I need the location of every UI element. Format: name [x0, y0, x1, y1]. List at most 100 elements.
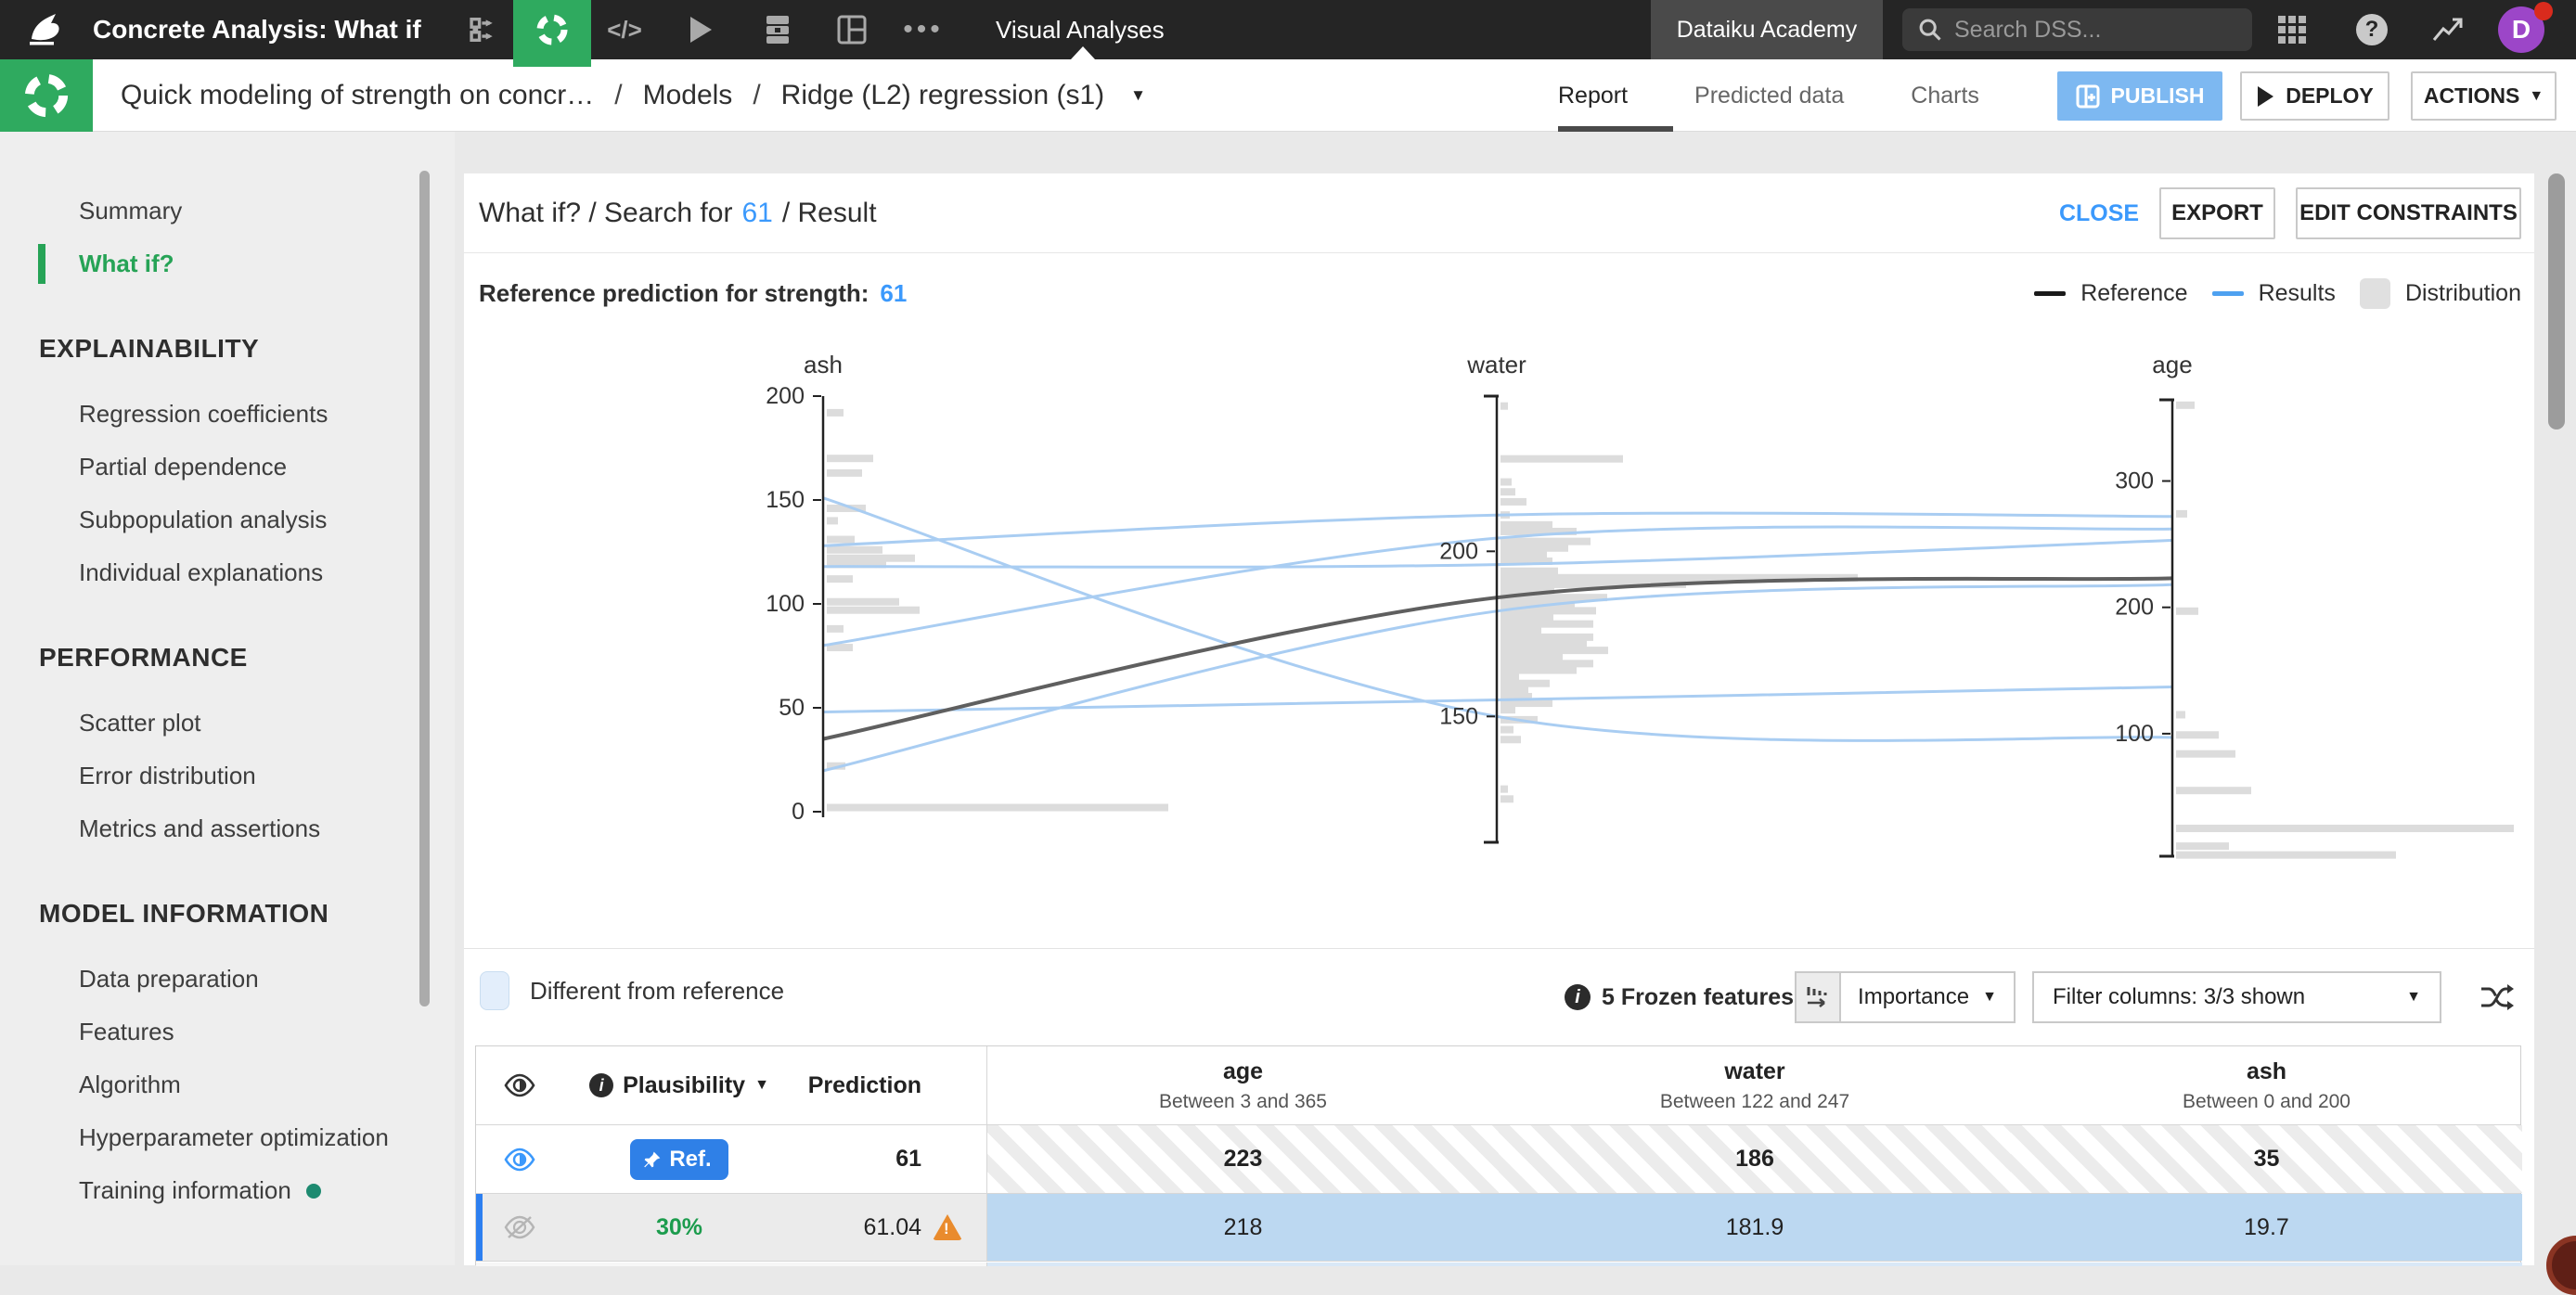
shuffle-icon[interactable]	[2476, 981, 2518, 1014]
cell-water[interactable]: 181.9	[1499, 1194, 2011, 1261]
cell-ash[interactable]: 19.7	[2011, 1194, 2522, 1261]
sidebar-item-algorithm[interactable]: Algorithm	[0, 1058, 455, 1111]
plausibility-column-header[interactable]: i Plausibility ▼	[589, 1072, 769, 1099]
dataiku-bird-logo[interactable]	[24, 11, 65, 48]
tab-report[interactable]: Report	[1558, 59, 1628, 132]
more-icon[interactable]: •••	[899, 0, 947, 59]
breadcrumb: Quick modeling of strength on concr… / M…	[121, 80, 1146, 111]
breadcrumb-models[interactable]: Models	[643, 80, 733, 111]
pin-icon	[644, 1151, 661, 1167]
whatif-panel: What if? / Search for 61 / Result CLOSE …	[464, 173, 2534, 1266]
page-scrollbar[interactable]	[2548, 173, 2565, 430]
dataiku-academy-button[interactable]: Dataiku Academy	[1651, 0, 1883, 59]
selected-row-stripe	[476, 1194, 483, 1261]
edit-constraints-button[interactable]: EDIT CONSTRAINTS	[2296, 187, 2521, 239]
visual-analysis-logo[interactable]	[0, 59, 93, 132]
legend-distribution: Distribution	[2359, 278, 2521, 309]
sidebar-scrollbar[interactable]	[419, 171, 430, 1007]
search-input[interactable]: Search DSS...	[1902, 8, 2252, 51]
sidebar-item-subpopulation-analysis[interactable]: Subpopulation analysis	[0, 494, 455, 546]
axis-age[interactable]: 100 200 300 age	[2115, 351, 2193, 858]
reference-badge[interactable]: Ref.	[630, 1138, 728, 1180]
tick-ash-0: 0	[792, 799, 805, 825]
jobs-icon[interactable]	[753, 0, 802, 59]
whatif-panel-header: What if? / Search for 61 / Result CLOSE …	[464, 173, 2534, 253]
sort-bars-icon	[1797, 973, 1841, 1021]
code-notebook-icon[interactable]: </>	[600, 0, 649, 59]
deploy-button[interactable]: DEPLOY	[2240, 71, 2389, 121]
sidebar-item-individual-explanations[interactable]: Individual explanations	[0, 546, 455, 599]
tab-predicted-data[interactable]: Predicted data	[1694, 59, 1844, 132]
warning-icon[interactable]	[933, 1214, 962, 1240]
reference-prediction-label: Reference prediction for strength: 61	[479, 279, 908, 307]
actions-button[interactable]: ACTIONS ▼	[2411, 71, 2557, 121]
filter-columns-dropdown[interactable]: Filter columns: 3/3 shown ▼	[2032, 971, 2441, 1023]
model-dropdown-caret[interactable]: ▼	[1130, 86, 1146, 105]
analysis-title: Concrete Analysis: What if	[93, 15, 421, 44]
eye-hidden-icon[interactable]	[476, 1194, 563, 1261]
search-icon	[1919, 19, 1941, 41]
results-controls: Different from reference i 5 Frozen feat…	[464, 949, 2534, 1045]
search-value: 61	[741, 198, 773, 228]
breadcrumb-project[interactable]: Quick modeling of strength on concr…	[121, 80, 594, 111]
search-placeholder: Search DSS...	[1954, 16, 2102, 43]
sidebar-item-what-if-[interactable]: What if?	[0, 237, 455, 290]
cell-age[interactable]: 218	[986, 1194, 1499, 1261]
axis-label-ash: ash	[804, 351, 843, 378]
sidebar-item-training-information[interactable]: Training information	[0, 1164, 455, 1217]
sidebar-item-scatter-plot[interactable]: Scatter plot	[0, 697, 455, 750]
chart-legend: Reference Results Distribution	[2034, 253, 2521, 334]
close-button[interactable]: CLOSE	[2053, 187, 2145, 239]
info-icon: i	[589, 1073, 614, 1097]
table-row-reference[interactable]: Ref. 61 223 186 35	[476, 1125, 2522, 1194]
tick-ash-50: 50	[779, 695, 805, 721]
axis-ash[interactable]: 0 50 100 150 200 ash	[766, 351, 843, 825]
axis-label-water: water	[1466, 351, 1526, 378]
feature-column-header-age[interactable]: age Between 3 and 365	[986, 1046, 1499, 1124]
reference-prediction-value: 61	[880, 279, 908, 307]
sidebar-item-metrics-and-assertions[interactable]: Metrics and assertions	[0, 802, 455, 855]
breadcrumb-model[interactable]: Ridge (L2) regression (s1)	[781, 80, 1104, 111]
prediction-column-header[interactable]: Prediction	[808, 1072, 921, 1099]
tick-ash-100: 100	[766, 591, 805, 617]
cell-water[interactable]: 186	[1499, 1125, 2011, 1193]
different-cell-swatch	[480, 971, 509, 1010]
sidebar-item-data-preparation[interactable]: Data preparation	[0, 953, 455, 1006]
prediction-cell: 61.04	[795, 1194, 986, 1261]
publish-dashboard-icon	[2076, 84, 2100, 108]
sidebar-item-regression-coefficients[interactable]: Regression coefficients	[0, 388, 455, 441]
table-header-row: i Plausibility ▼ Prediction age Between 3 and…	[476, 1046, 2520, 1125]
sidebar-item-features[interactable]: Features	[0, 1006, 455, 1058]
publish-button[interactable]: PUBLISH	[2057, 71, 2222, 121]
export-button[interactable]: EXPORT	[2159, 187, 2275, 239]
table-row-result[interactable]: 30% 61.04218181.919.7	[476, 1194, 2522, 1262]
tick-age-300: 300	[2115, 468, 2154, 494]
help-icon[interactable]: ?	[2346, 0, 2398, 59]
tick-ash-150: 150	[766, 487, 805, 513]
trend-metrics-icon[interactable]	[2422, 0, 2474, 59]
sidebar-section-model-information: MODEL INFORMATION	[39, 899, 329, 928]
prediction-cell: 61	[895, 1146, 921, 1172]
eye-visible-icon[interactable]	[476, 1125, 563, 1193]
cell-ash[interactable]: 35	[2011, 1125, 2522, 1193]
sidebar-item-summary[interactable]: Summary	[0, 185, 455, 237]
sidebar-item-hyperparameter-optimization[interactable]: Hyperparameter optimization	[0, 1111, 455, 1164]
visual-analysis-active-icon[interactable]	[513, 0, 591, 59]
top-navigation-bar: Concrete Analysis: What if </> ••• Visua…	[0, 0, 2576, 59]
sidebar-item-error-distribution[interactable]: Error distribution	[0, 750, 455, 802]
apps-grid-icon[interactable]	[2266, 0, 2318, 59]
feature-column-header-water[interactable]: water Between 122 and 247	[1499, 1046, 2011, 1124]
tick-water-200: 200	[1439, 538, 1478, 564]
flow-icon[interactable]	[457, 0, 505, 59]
sidebar-item-partial-dependence[interactable]: Partial dependence	[0, 441, 455, 494]
run-icon[interactable]	[676, 0, 725, 59]
tab-charts[interactable]: Charts	[1911, 59, 1979, 132]
cell-age[interactable]: 223	[986, 1125, 1499, 1193]
visibility-column-header[interactable]	[476, 1046, 563, 1124]
different-from-reference-legend: Different from reference	[480, 971, 784, 1010]
corner-widget[interactable]	[2546, 1236, 2576, 1295]
sort-importance-dropdown[interactable]: Importance ▼	[1795, 971, 2016, 1023]
feature-column-header-ash[interactable]: ash Between 0 and 200	[2011, 1046, 2522, 1124]
tick-age-100: 100	[2115, 721, 2154, 747]
dashboard-icon[interactable]	[828, 0, 876, 59]
